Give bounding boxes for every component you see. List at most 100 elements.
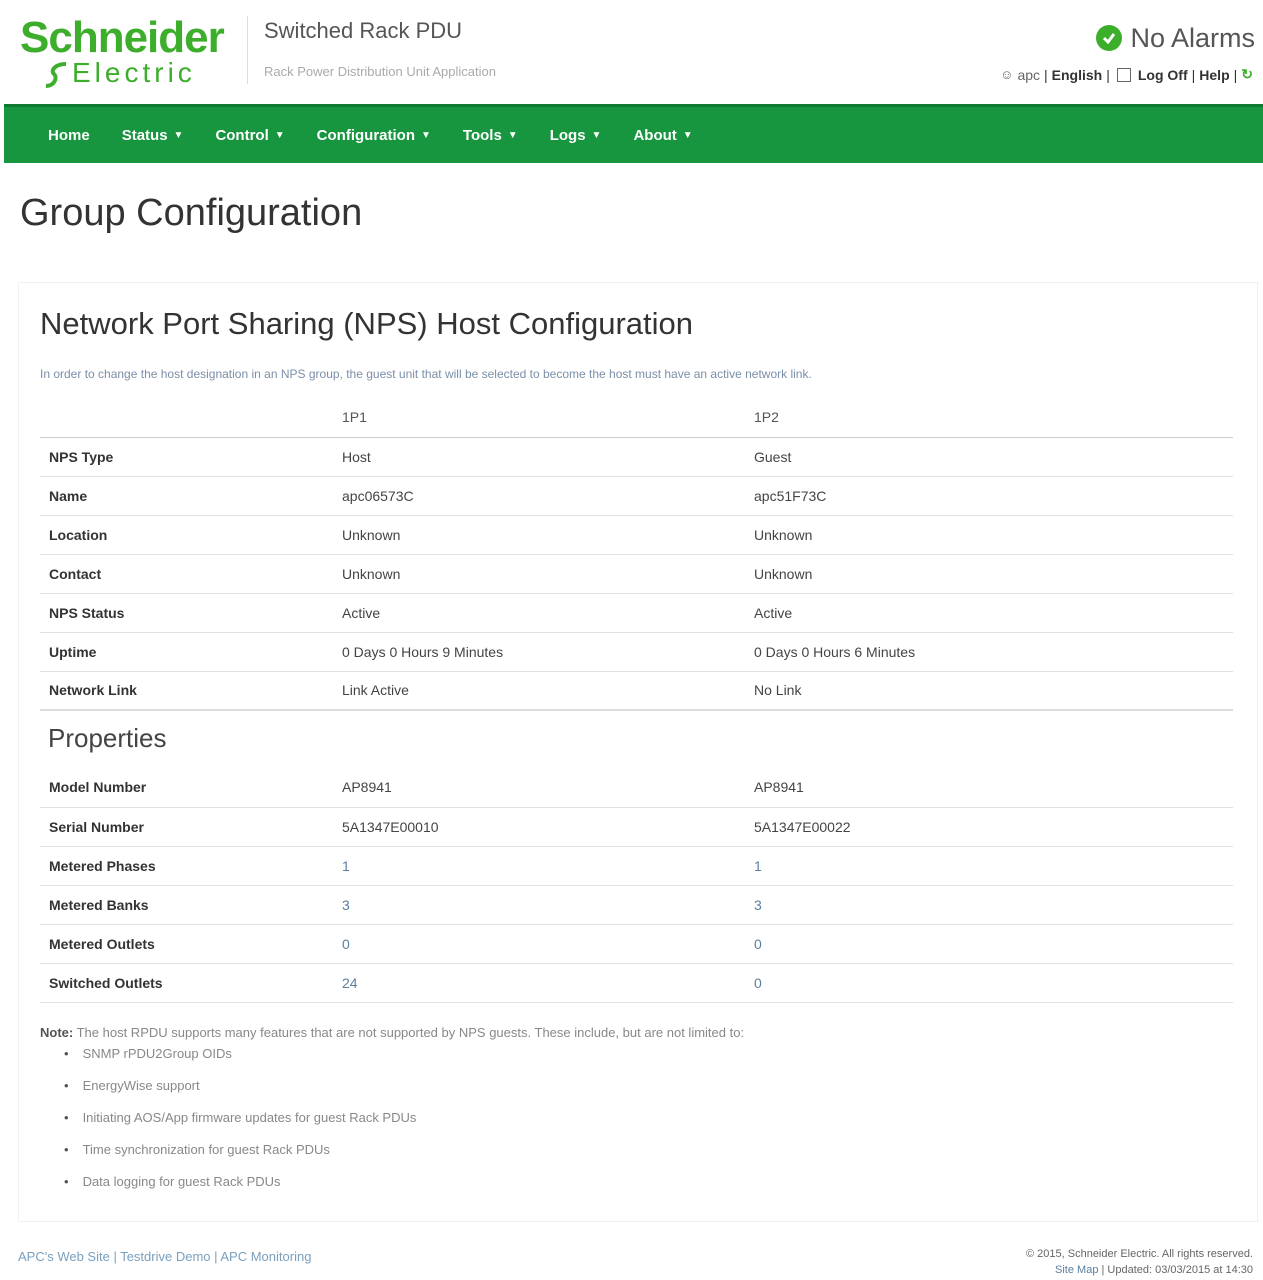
logoff-link[interactable]: Log Off — [1138, 67, 1188, 83]
nav-configuration[interactable]: Configuration ▼ — [317, 127, 431, 144]
cell-value: Unknown — [333, 554, 745, 594]
table-row: NPS Status Active Active — [40, 593, 1233, 633]
note-bullet-list: SNMP rPDU2Group OIDs EnergyWise support … — [64, 1044, 417, 1204]
table-row: Serial Number 5A1347E00010 5A1347E00022 — [40, 807, 1233, 847]
cell-value: AP8941 — [745, 768, 1233, 808]
user-link[interactable]: apc — [1017, 67, 1040, 83]
table-row: Contact Unknown Unknown — [40, 554, 1233, 594]
caret-down-icon: ▼ — [682, 129, 693, 141]
row-label: Switched Outlets — [40, 963, 333, 1003]
footer-links[interactable]: APC's Web Site | Testdrive Demo | APC Mo… — [18, 1249, 311, 1264]
cell-value: 0 Days 0 Hours 9 Minutes — [333, 632, 745, 672]
table-row: Switched Outlets 24 0 — [40, 963, 1233, 1003]
note-label: Note: — [40, 1025, 74, 1040]
app-title: Switched Rack PDU — [264, 18, 463, 43]
row-label: Contact — [40, 554, 333, 594]
cell-value: 0 Days 0 Hours 6 Minutes — [745, 632, 1233, 672]
utility-links: ☺ apc | English | Log Off | Help | ↻ — [1000, 66, 1253, 83]
cell-value: Host — [333, 437, 745, 477]
cell-value: Active — [333, 593, 745, 633]
list-item: EnergyWise support — [64, 1076, 416, 1108]
row-label: Metered Banks — [40, 885, 333, 925]
list-item: Initiating AOS/App firmware updates for … — [64, 1108, 417, 1140]
properties-table: Model Number AP8941 AP8941 Serial Number… — [40, 768, 1233, 1003]
cell-value-link[interactable]: 24 — [333, 963, 745, 1003]
column-header: 1P1 — [333, 398, 745, 438]
table-row: Metered Phases 1 1 — [40, 846, 1233, 886]
app-subtitle: Rack Power Distribution Unit Application — [264, 64, 496, 79]
note-body: The host RPDU supports many features tha… — [76, 1025, 745, 1040]
table-row: Name apc06573C apc51F73C — [40, 476, 1233, 516]
column-header: 1P2 — [745, 398, 1233, 438]
row-label: Metered Outlets — [40, 924, 333, 964]
row-label: Name — [40, 476, 333, 516]
cell-value: 5A1347E00010 — [333, 807, 745, 847]
cell-value-link[interactable]: 3 — [745, 885, 1233, 925]
schneider-electric-logo[interactable]: Schneider Electric — [20, 14, 240, 90]
cell-value: Active — [745, 593, 1233, 633]
nav-home[interactable]: Home — [48, 127, 90, 144]
table-row: Model Number AP8941 AP8941 — [40, 768, 1233, 808]
logoff-icon — [1116, 67, 1131, 82]
copyright-text: © 2015, Schneider Electric. All rights r… — [1026, 1248, 1253, 1260]
table-header-row: 1P1 1P2 — [40, 398, 1233, 438]
checkmark-icon — [1096, 25, 1123, 51]
header: Schneider Electric Switched Rack PDU Rac… — [0, 0, 1263, 104]
table-row: Location Unknown Unknown — [40, 515, 1233, 555]
list-item: Time synchronization for guest Rack PDUs — [64, 1140, 416, 1172]
refresh-icon[interactable]: ↻ — [1241, 66, 1253, 83]
alarm-status[interactable]: No Alarms — [1096, 22, 1255, 54]
cell-value-link[interactable]: 0 — [333, 924, 745, 964]
cell-value: Guest — [745, 437, 1233, 477]
caret-down-icon: ▼ — [591, 129, 602, 141]
cell-value: Link Active — [333, 671, 745, 711]
nav-status[interactable]: Status ▼ — [122, 127, 184, 144]
language-link[interactable]: English — [1052, 67, 1103, 83]
cell-value-link[interactable]: 1 — [745, 846, 1233, 886]
updated-text: | Updated: 03/03/2015 at 14:30 — [1101, 1264, 1253, 1276]
nav-about[interactable]: About ▼ — [633, 127, 692, 144]
nav-tools[interactable]: Tools ▼ — [463, 127, 518, 144]
nav-control[interactable]: Control ▼ — [215, 127, 284, 144]
cell-value-link[interactable]: 0 — [745, 924, 1233, 964]
row-label: Location — [40, 515, 333, 555]
cell-value: No Link — [745, 671, 1233, 711]
table-row: Uptime 0 Days 0 Hours 9 Minutes 0 Days 0… — [40, 632, 1233, 672]
cell-value: 5A1347E00022 — [745, 807, 1233, 847]
caret-down-icon: ▼ — [507, 129, 518, 141]
caret-down-icon: ▼ — [173, 129, 184, 141]
table-row: Network Link Link Active No Link — [40, 671, 1233, 711]
nav-logs[interactable]: Logs ▼ — [550, 127, 602, 144]
logo-text-top: Schneider — [20, 13, 225, 62]
cell-value: Unknown — [333, 515, 745, 555]
row-label: Model Number — [40, 768, 333, 808]
list-item: Data logging for guest Rack PDUs — [64, 1172, 416, 1204]
sitemap-link[interactable]: Site Map — [1055, 1264, 1098, 1276]
row-label: Uptime — [40, 632, 333, 672]
cell-value: apc51F73C — [745, 476, 1233, 516]
table-row: Metered Banks 3 3 — [40, 885, 1233, 925]
note-text: Note: The host RPDU supports many featur… — [40, 1025, 744, 1040]
cell-value-link[interactable]: 1 — [333, 846, 745, 886]
row-label: Metered Phases — [40, 846, 333, 886]
cell-value: Unknown — [745, 515, 1233, 555]
nps-intro-text: In order to change the host designation … — [40, 367, 812, 381]
cell-value-link[interactable]: 0 — [745, 963, 1233, 1003]
row-label: NPS Type — [40, 437, 333, 477]
table-row: Metered Outlets 0 0 — [40, 924, 1233, 964]
caret-down-icon: ▼ — [421, 129, 431, 141]
logo-text-bottom: Electric — [72, 57, 196, 88]
cell-value: AP8941 — [333, 768, 745, 808]
cell-value: Unknown — [745, 554, 1233, 594]
alarm-status-text: No Alarms — [1130, 22, 1255, 53]
nps-section-title: Network Port Sharing (NPS) Host Configur… — [40, 306, 693, 341]
main-nav: Home Status ▼ Control ▼ Configuration ▼ Too… — [4, 104, 1263, 163]
row-label: Serial Number — [40, 807, 333, 847]
cell-value-link[interactable]: 3 — [333, 885, 745, 925]
nps-host-table: 1P1 1P2 NPS Type Host Guest Name apc0657… — [40, 398, 1233, 711]
help-link[interactable]: Help — [1199, 67, 1229, 83]
table-row: NPS Type Host Guest — [40, 437, 1233, 477]
header-divider — [247, 16, 248, 84]
row-label: NPS Status — [40, 593, 333, 633]
cell-value: apc06573C — [333, 476, 745, 516]
